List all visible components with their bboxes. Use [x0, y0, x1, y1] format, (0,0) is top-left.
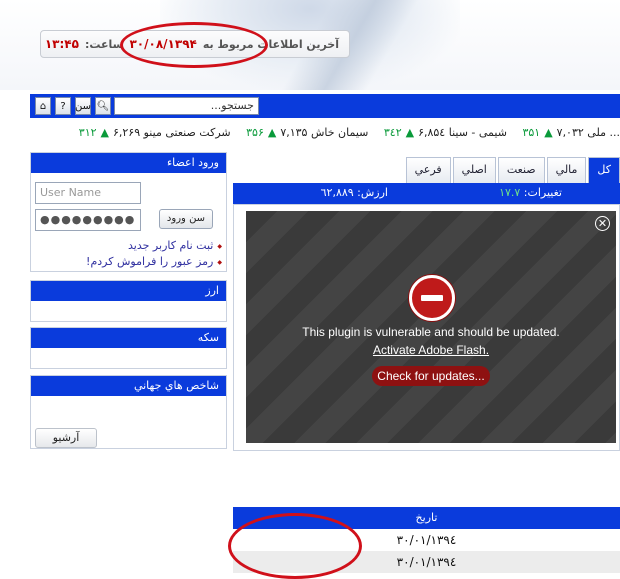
username-field[interactable]: User Name: [35, 182, 141, 204]
blocked-plugin-icon: [409, 275, 455, 321]
tab-financial[interactable]: مالي: [546, 157, 587, 183]
last-update-time-label: ساعت:: [84, 37, 124, 51]
value-value: ٦۲,۸۸۹: [320, 186, 354, 199]
close-icon[interactable]: ✕: [595, 216, 610, 231]
tab-secondary[interactable]: فرعي: [405, 157, 451, 183]
activate-flash-link[interactable]: Activate Adobe Flash.: [246, 343, 616, 357]
register-link[interactable]: ثبت نام کاربر جدید: [128, 239, 222, 252]
coin-title: سكه: [31, 328, 226, 348]
home-icon[interactable]: ⌂: [35, 97, 51, 115]
currency-box: ارز: [30, 280, 227, 322]
tab-all[interactable]: كل: [588, 157, 620, 183]
tab-main[interactable]: اصلي: [452, 157, 496, 183]
chart-panel: ✕ This plugin is vulnerable and should b…: [233, 204, 620, 451]
annotation-circle-dates: [228, 513, 362, 579]
last-update-time: ۱۳:۴۵: [44, 37, 79, 51]
changes-readout: تغييرات: ۱۷.۷: [499, 186, 562, 199]
toolbar: ⌂ ? سن 🔍︎ جستجو...: [30, 94, 620, 118]
search-input[interactable]: جستجو...: [114, 97, 259, 115]
check-updates-button[interactable]: Check for updates...: [372, 366, 490, 386]
login-button-label: ورود: [166, 213, 186, 224]
flash-plugin-placeholder: ✕ This plugin is vulnerable and should b…: [246, 211, 616, 443]
tab-industry[interactable]: صنعت: [497, 157, 545, 183]
annotation-circle-date: [120, 22, 268, 68]
world-index-box: شاخص هاي جهاني آرشیو: [30, 375, 227, 449]
coin-box: سكه: [30, 327, 227, 369]
search-icon[interactable]: 🔍︎: [95, 97, 111, 115]
stock-ticker: ... ملی ۷,۰۳۲▲۳۵۱ شیمی - سینا ۶,۸۵٤▲۳٤۲ …: [30, 122, 620, 144]
login-box: ورود اعضاء User Name ●●●●●●●●● سن ورود ث…: [30, 152, 227, 272]
login-button[interactable]: سن ورود: [159, 209, 213, 229]
ticker-item[interactable]: شرکت صنعتی مینو ۶,۲۶۹▲۳۱۲: [79, 122, 231, 144]
ticker-item[interactable]: سیمان خاش ۷,۱۳۵▲۳۵۶: [246, 122, 368, 144]
currency-title: ارز: [31, 281, 226, 301]
plugin-message: This plugin is vulnerable and should be …: [302, 325, 560, 339]
login-button-icon: سن: [189, 213, 206, 224]
ticker-item[interactable]: ... ملی ۷,۰۳۲▲۳۵۱: [522, 122, 620, 144]
forgot-password-link[interactable]: رمز عبور را فراموش کردم!: [86, 255, 222, 268]
index-tabs: كل مالي صنعت اصلي فرعي: [405, 157, 620, 183]
value-readout: ارزش: ٦۲,۸۸۹: [320, 186, 388, 199]
password-field[interactable]: ●●●●●●●●●: [35, 209, 141, 231]
site-header: آخرين اطلاعات مربوط به ۳۰/۰۸/۱۳۹۴ ساعت: …: [0, 0, 620, 90]
login-title: ورود اعضاء: [31, 153, 226, 173]
page: آخرين اطلاعات مربوط به ۳۰/۰۸/۱۳۹۴ ساعت: …: [0, 0, 620, 579]
archive-button[interactable]: آرشیو: [35, 428, 97, 448]
help-icon[interactable]: ?: [55, 97, 71, 115]
changes-value: ۱۷.۷: [499, 186, 521, 199]
world-index-title: شاخص هاي جهاني: [31, 376, 226, 396]
calendar-icon[interactable]: سن: [75, 97, 91, 115]
index-status-bar: تغييرات: ۱۷.۷ ارزش: ٦۲,۸۸۹: [233, 183, 620, 204]
ticker-item[interactable]: شیمی - سینا ۶,۸۵٤▲۳٤۲: [384, 122, 507, 144]
